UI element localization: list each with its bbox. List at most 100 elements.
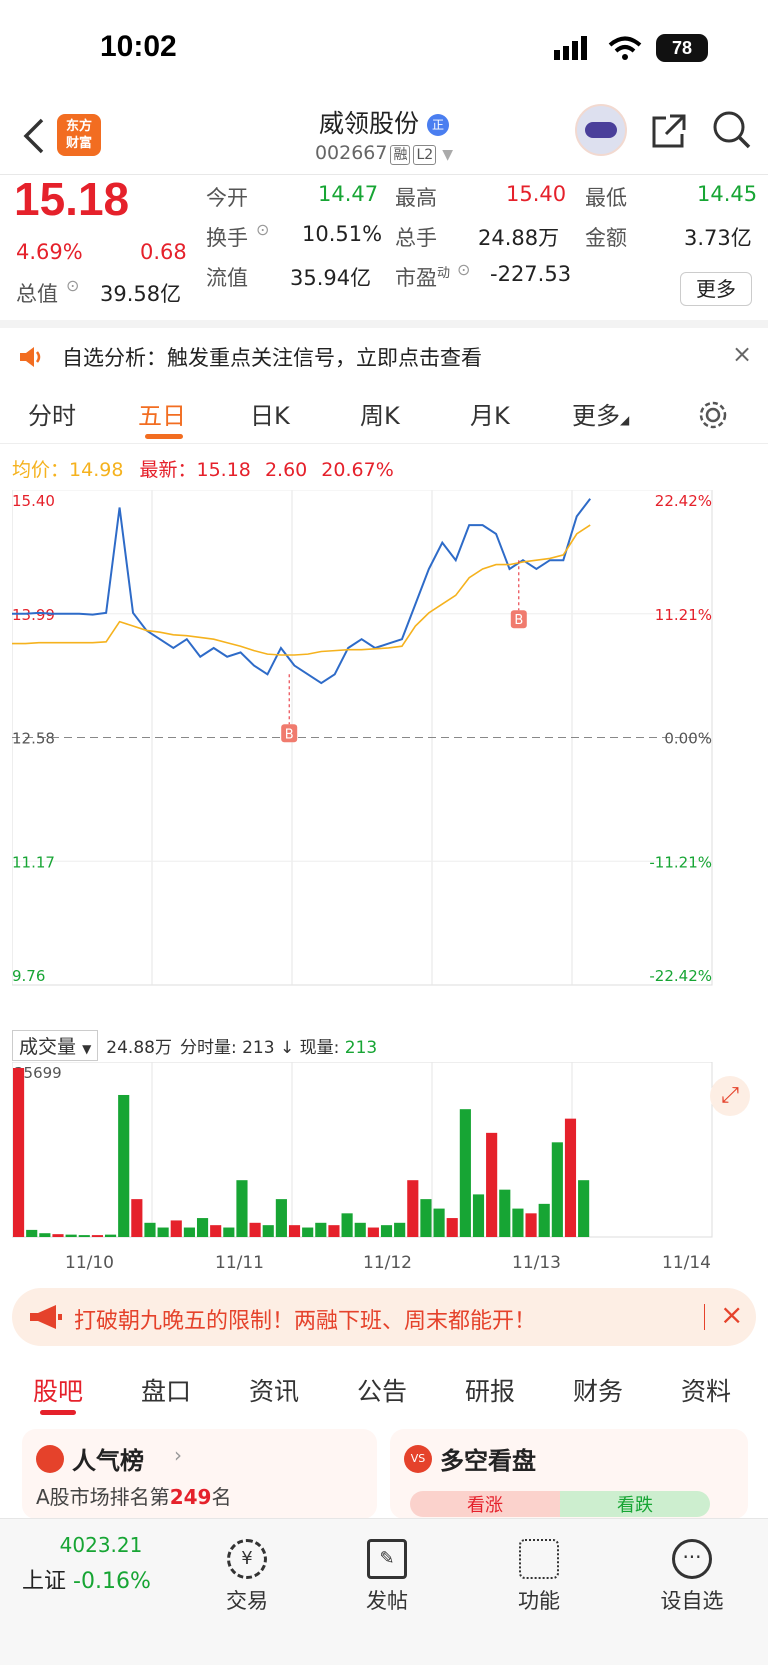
- mktcap-label: 总值: [16, 282, 58, 306]
- content-tabs: 股吧 盘口 资讯 公告 研报 财务 资料: [0, 1358, 768, 1418]
- volume-chart[interactable]: 35699: [12, 1062, 757, 1250]
- content-tab[interactable]: 研报: [465, 1372, 515, 1408]
- y-tick-left: 12.58: [12, 730, 55, 748]
- nav-add-watchlist[interactable]: ··· 设自选: [656, 1539, 728, 1615]
- signal-icon: [554, 36, 587, 60]
- avg-price-line: [12, 524, 591, 656]
- content-tab[interactable]: 公告: [357, 1372, 407, 1408]
- low-label: 最低: [585, 186, 627, 210]
- vs-icon: VS: [404, 1445, 432, 1473]
- chevron-down-icon[interactable]: ▼: [442, 147, 453, 163]
- volume-bar: [262, 1225, 274, 1237]
- level2-tag: L2: [413, 145, 437, 165]
- info-icon[interactable]: ⊙: [66, 276, 79, 295]
- volume-label: 总手: [395, 226, 437, 250]
- volume-header: 成交量 ▼ 24.88万 分时量: 213 ↓ 现量: 213: [12, 1030, 377, 1061]
- volume-total: 24.88万: [106, 1038, 172, 1058]
- volume-bar: [210, 1225, 222, 1237]
- more-dots-icon: ···: [672, 1539, 712, 1579]
- info-icon[interactable]: ⊙: [457, 260, 470, 279]
- change-percent: 4.69%: [16, 240, 83, 264]
- banner-text: 自选分析：触发重点关注信号，立即点击查看: [62, 346, 482, 370]
- turnover-label: 换手: [206, 226, 248, 250]
- content-tab[interactable]: 财务: [573, 1372, 623, 1408]
- volume-bar: [341, 1213, 353, 1237]
- bull-bear-card[interactable]: VS 多空看盘 看涨 看跌: [390, 1429, 748, 1519]
- volume-bar: [13, 1068, 25, 1237]
- more-button[interactable]: 更多: [680, 272, 752, 306]
- volume-bar: [551, 1142, 563, 1237]
- search-icon[interactable]: [712, 110, 752, 150]
- content-tab[interactable]: 资料: [681, 1372, 731, 1408]
- clock: 10:02: [100, 30, 177, 63]
- expand-icon[interactable]: ⤢: [710, 1076, 750, 1116]
- volume-bar: [499, 1189, 511, 1237]
- volume-bar: [65, 1234, 77, 1237]
- analysis-banner[interactable]: 自选分析：触发重点关注信号，立即点击查看 ×: [0, 320, 768, 382]
- active-tab-indicator: [40, 1410, 76, 1415]
- tab-week-k[interactable]: 周K: [360, 396, 400, 431]
- promo-banner[interactable]: 打破朝九晚五的限制！两融下班、周末都能开！ ×: [12, 1288, 756, 1346]
- buy-marker-label: B: [285, 727, 294, 742]
- content-tab[interactable]: 资讯: [249, 1372, 299, 1408]
- turnover-value: 10.51%: [302, 222, 383, 246]
- last-price: 15.18: [14, 173, 130, 225]
- y-tick-right: 11.21%: [655, 606, 712, 624]
- volume-bar: [78, 1235, 90, 1237]
- latest-price: 15.18: [196, 459, 251, 481]
- volume-info: 分时量: 213 ↓ 现量: 213: [179, 1038, 378, 1058]
- index-change: -0.16%: [73, 1569, 151, 1594]
- tab-more[interactable]: 更多◢: [572, 396, 629, 431]
- volume-bar: [328, 1225, 340, 1237]
- popularity-title: 人气榜: [72, 1447, 144, 1475]
- volume-bar: [407, 1180, 419, 1237]
- tab-day-k[interactable]: 日K: [250, 396, 290, 431]
- content-tab[interactable]: 股吧: [33, 1372, 83, 1408]
- active-tab-indicator: [145, 434, 183, 439]
- open-value: 14.47: [318, 182, 379, 206]
- nav-functions[interactable]: 功能: [504, 1539, 574, 1615]
- speaker-icon: [20, 347, 41, 367]
- close-icon[interactable]: ×: [732, 340, 752, 368]
- content-tab[interactable]: 盘口: [141, 1372, 191, 1408]
- volume-bar: [354, 1222, 366, 1237]
- volume-bar: [394, 1222, 406, 1237]
- y-tick-left: 11.17: [12, 853, 55, 871]
- chart-legend: 均价：14.98 最新：15.18 2.60 20.67%: [12, 455, 394, 482]
- info-icon[interactable]: ⊙: [256, 220, 269, 239]
- volume-bar: [104, 1234, 117, 1237]
- index-ticker[interactable]: 4023.21 上证 -0.16%: [22, 1533, 172, 1595]
- bull-button[interactable]: 看涨: [410, 1491, 560, 1517]
- volume-bar: [275, 1199, 287, 1237]
- nav-post[interactable]: ✎ 发帖: [352, 1539, 422, 1615]
- share-icon[interactable]: [650, 112, 688, 150]
- robot-avatar[interactable]: [575, 104, 627, 156]
- close-icon[interactable]: ×: [720, 1298, 743, 1331]
- popularity-card[interactable]: 人气榜 › A股市场排名第249名: [22, 1429, 377, 1519]
- settings-gear-icon[interactable]: [698, 400, 728, 430]
- tab-month-k[interactable]: 月K: [470, 396, 510, 431]
- grid-icon: [519, 1539, 559, 1579]
- buy-marker-label: B: [514, 613, 523, 628]
- volume-bar: [578, 1180, 590, 1237]
- status-bar: 10:02 78: [0, 0, 768, 100]
- bear-button[interactable]: 看跌: [560, 1491, 710, 1517]
- bottom-nav: 4023.21 上证 -0.16% ¥ 交易 ✎ 发帖 功能 ··· 设自选: [0, 1518, 768, 1665]
- y-tick-left: 15.40: [12, 492, 55, 510]
- y-tick-right: -22.42%: [649, 967, 712, 985]
- amount-value: 3.73亿: [684, 226, 752, 250]
- y-tick-right: 0.00%: [664, 730, 712, 748]
- volume-bar: [564, 1118, 577, 1237]
- stock-header: 东方 财富 威领股份 正 002667 融 L2 ▼: [0, 100, 768, 175]
- date-tick: 11/10: [65, 1253, 114, 1273]
- nav-trade[interactable]: ¥ 交易: [212, 1539, 282, 1615]
- rank-text: A股市场排名第249名: [36, 1485, 232, 1509]
- tab-five-day[interactable]: 五日: [138, 396, 186, 431]
- high-label: 最高: [395, 186, 437, 210]
- date-tick: 11/12: [363, 1253, 412, 1273]
- five-day-price-chart[interactable]: 15.4013.9912.5811.179.7622.42%11.21%0.00…: [12, 490, 757, 1025]
- indicator-select[interactable]: 成交量 ▼: [12, 1030, 99, 1061]
- battery-icon: 78: [656, 34, 708, 62]
- tab-intraday[interactable]: 分时: [28, 396, 76, 431]
- volume-bar: [380, 1225, 393, 1237]
